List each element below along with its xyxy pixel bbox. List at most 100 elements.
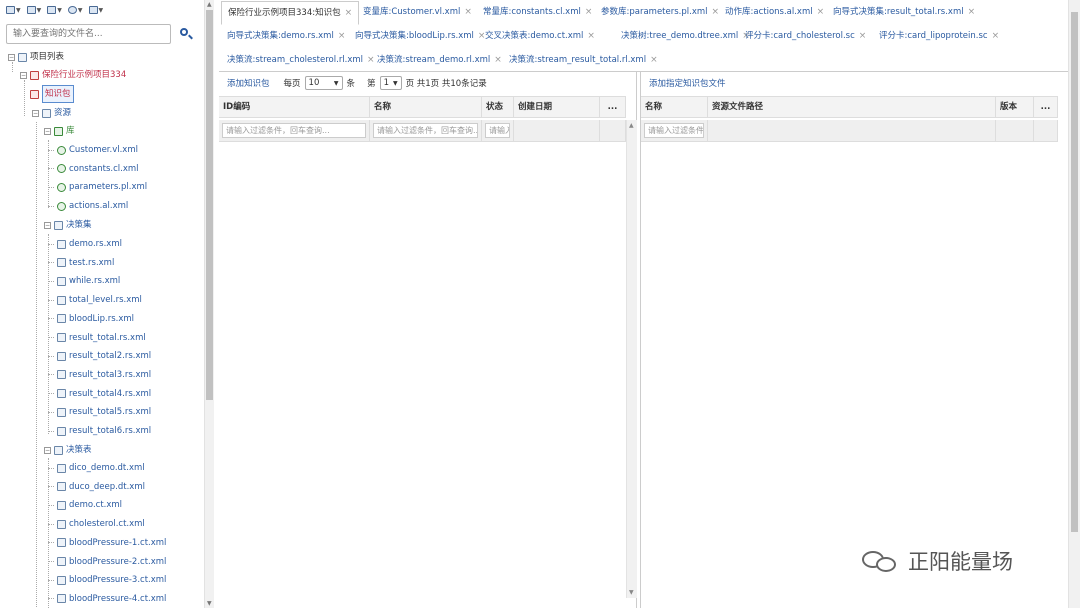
tree-file-item[interactable]: parameters.pl.xml — [48, 179, 147, 195]
tree-file-item[interactable]: dico_demo.dt.xml — [48, 460, 145, 476]
tree-file-item[interactable]: result_total5.rs.xml — [48, 404, 151, 420]
close-icon[interactable]: × — [859, 31, 867, 41]
editor-tab[interactable]: 评分卡:card_cholesterol.sc × — [739, 25, 872, 47]
tree-file-label: test.rs.xml — [69, 257, 115, 268]
tree-file-item[interactable]: while.rs.xml — [48, 273, 120, 289]
file-icon — [57, 519, 66, 529]
close-icon[interactable]: × — [464, 7, 472, 17]
refresh-menu-button[interactable]: ▼ — [88, 6, 103, 14]
editor-tab[interactable]: 向导式决策集:bloodLip.rs.xml × — [349, 25, 491, 47]
monitor-menu-button[interactable]: ▼ — [6, 6, 21, 14]
settings-menu-button[interactable]: ▼ — [67, 6, 83, 14]
tree-file-item[interactable]: actions.al.xml — [48, 198, 128, 214]
column-header[interactable]: 名称 — [641, 97, 708, 117]
column-header[interactable]: 状态 — [482, 97, 514, 117]
tree-file-item[interactable]: test.rs.xml — [48, 255, 115, 271]
tree-project[interactable]: − 保险行业示例项目334 — [20, 67, 126, 83]
close-icon[interactable]: × — [968, 7, 976, 17]
scroll-down-icon[interactable]: ▼ — [207, 600, 212, 607]
editor-tab[interactable]: 评分卡:card_lipoprotein.sc × — [873, 25, 1005, 47]
collapse-icon[interactable]: − — [44, 221, 51, 229]
editor-tab[interactable]: 保险行业示例项目334:知识包 × — [221, 1, 360, 25]
column-header[interactable]: ID编码 — [219, 97, 370, 117]
collapse-icon[interactable]: − — [20, 71, 27, 79]
tree-decision-table[interactable]: − 决策表 — [44, 442, 92, 458]
search-icon[interactable] — [179, 27, 193, 41]
explorer-scrollbar[interactable]: ▲ ▼ — [204, 0, 214, 608]
add-package-link[interactable]: 添加知识包 — [227, 77, 270, 89]
scrollbar-thumb[interactable] — [1071, 12, 1078, 532]
add-package-file-link[interactable]: 添加指定知识包文件 — [649, 77, 726, 89]
tree-library[interactable]: − 库 — [44, 123, 75, 139]
grid-menu-button[interactable]: ▼ — [47, 6, 62, 14]
tree-file-item[interactable]: demo.rs.xml — [48, 236, 122, 252]
column-menu-button[interactable]: ... — [600, 97, 626, 117]
tree-file-item[interactable]: cholesterol.ct.xml — [48, 516, 145, 532]
editor-tab[interactable]: 变量库:Customer.vl.xml × — [357, 1, 478, 23]
editor-tab[interactable]: 常量库:constants.cl.xml × — [477, 1, 598, 23]
page-select[interactable]: 1 ▼ — [379, 76, 402, 90]
tree-file-item[interactable]: bloodLip.rs.xml — [48, 311, 134, 327]
tree-file-item[interactable]: result_total4.rs.xml — [48, 386, 151, 402]
editor-tab[interactable]: 决策流:stream_cholesterol.rl.xml × — [221, 49, 381, 71]
tree-file-item[interactable]: result_total3.rs.xml — [48, 367, 151, 383]
column-menu-button[interactable]: ... — [1034, 97, 1058, 117]
close-icon[interactable]: × — [345, 8, 353, 18]
editor-tab[interactable]: 动作库:actions.al.xml × — [719, 1, 830, 23]
scroll-up-icon[interactable]: ▲ — [629, 122, 634, 129]
close-icon[interactable]: × — [712, 7, 720, 17]
filter-input-id[interactable]: 请输入过滤条件，回车查询... — [222, 123, 366, 138]
close-icon[interactable]: × — [992, 31, 1000, 41]
tree-root[interactable]: − 项目列表 — [8, 49, 64, 65]
close-icon[interactable]: × — [650, 55, 658, 65]
tree-file-item[interactable]: duco_deep.dt.xml — [48, 479, 145, 495]
tree-file-item[interactable]: bloodPressure-3.ct.xml — [48, 572, 166, 588]
editor-tab[interactable]: 向导式决策集:result_total.rs.xml × — [827, 1, 981, 23]
column-header[interactable]: 创建日期 — [514, 97, 600, 117]
per-page-select[interactable]: 10 ▼ — [304, 76, 343, 90]
editor-tab[interactable]: 向导式决策集:demo.rs.xml × — [221, 25, 351, 47]
collapse-icon[interactable]: − — [8, 53, 15, 61]
filter-input-status[interactable]: 请输入过滤条件，回车查询... — [485, 123, 510, 138]
tree-file-item[interactable]: total_level.rs.xml — [48, 292, 142, 308]
tree-file-item[interactable]: bloodPressure-1.ct.xml — [48, 535, 166, 551]
tree-file-item[interactable]: demo.ct.xml — [48, 497, 123, 513]
collapse-icon[interactable]: − — [32, 109, 39, 117]
tree-file-item[interactable]: result_total6.rs.xml — [48, 423, 151, 439]
tree-file-item[interactable]: result_total2.rs.xml — [48, 348, 151, 364]
close-icon[interactable]: × — [817, 7, 825, 17]
filter-input-file-name[interactable]: 请输入过滤条件... — [644, 123, 704, 138]
tree-file-item[interactable]: Customer.vl.xml — [48, 142, 138, 158]
close-icon[interactable]: × — [338, 31, 346, 41]
close-icon[interactable]: × — [494, 55, 502, 65]
tree-file-label: demo.ct.xml — [69, 500, 123, 511]
package-grid-scrollbar[interactable]: ▲ ▼ — [626, 120, 637, 598]
scrollbar-thumb[interactable] — [206, 10, 213, 400]
tree-file-item[interactable]: bloodPressure-4.ct.xml — [48, 591, 166, 607]
tree-file-item[interactable]: bloodPressure-2.ct.xml — [48, 554, 166, 570]
tree-file-item[interactable]: result_total.rs.xml — [48, 330, 146, 346]
tree-knowledge-package[interactable]: 知识包 — [30, 85, 74, 103]
editor-tab[interactable]: 交叉决策表:demo.ct.xml × — [479, 25, 601, 47]
column-header[interactable]: 名称 — [370, 97, 482, 117]
file-search-input[interactable] — [6, 24, 171, 44]
collapse-icon[interactable]: − — [44, 446, 51, 454]
column-header[interactable]: 资源文件路径 — [708, 97, 996, 117]
tree-ruleset[interactable]: − 决策集 — [44, 217, 92, 233]
editor-tab[interactable]: 决策流:stream_result_total.rl.xml × — [503, 49, 664, 71]
close-icon[interactable]: × — [585, 7, 593, 17]
scroll-up-icon[interactable]: ▲ — [207, 1, 212, 8]
filter-input-name[interactable]: 请输入过滤条件，回车查询... — [373, 123, 478, 138]
list-menu-button[interactable]: ▼ — [26, 6, 41, 14]
editor-tab[interactable]: 决策树:tree_demo.dtree.xml × — [615, 25, 756, 47]
close-icon[interactable]: × — [587, 31, 595, 41]
tree-file-item[interactable]: constants.cl.xml — [48, 161, 139, 177]
tab-label: 向导式决策集:bloodLip.rs.xml — [355, 31, 474, 41]
editor-tab[interactable]: 决策流:stream_demo.rl.xml × — [371, 49, 508, 71]
page-scrollbar[interactable] — [1068, 0, 1080, 608]
editor-tab[interactable]: 参数库:parameters.pl.xml × — [595, 1, 725, 23]
collapse-icon[interactable]: − — [44, 127, 51, 135]
scroll-down-icon[interactable]: ▼ — [629, 589, 634, 596]
tree-resources[interactable]: − 资源 — [32, 105, 71, 121]
column-header[interactable]: 版本 — [996, 97, 1034, 117]
